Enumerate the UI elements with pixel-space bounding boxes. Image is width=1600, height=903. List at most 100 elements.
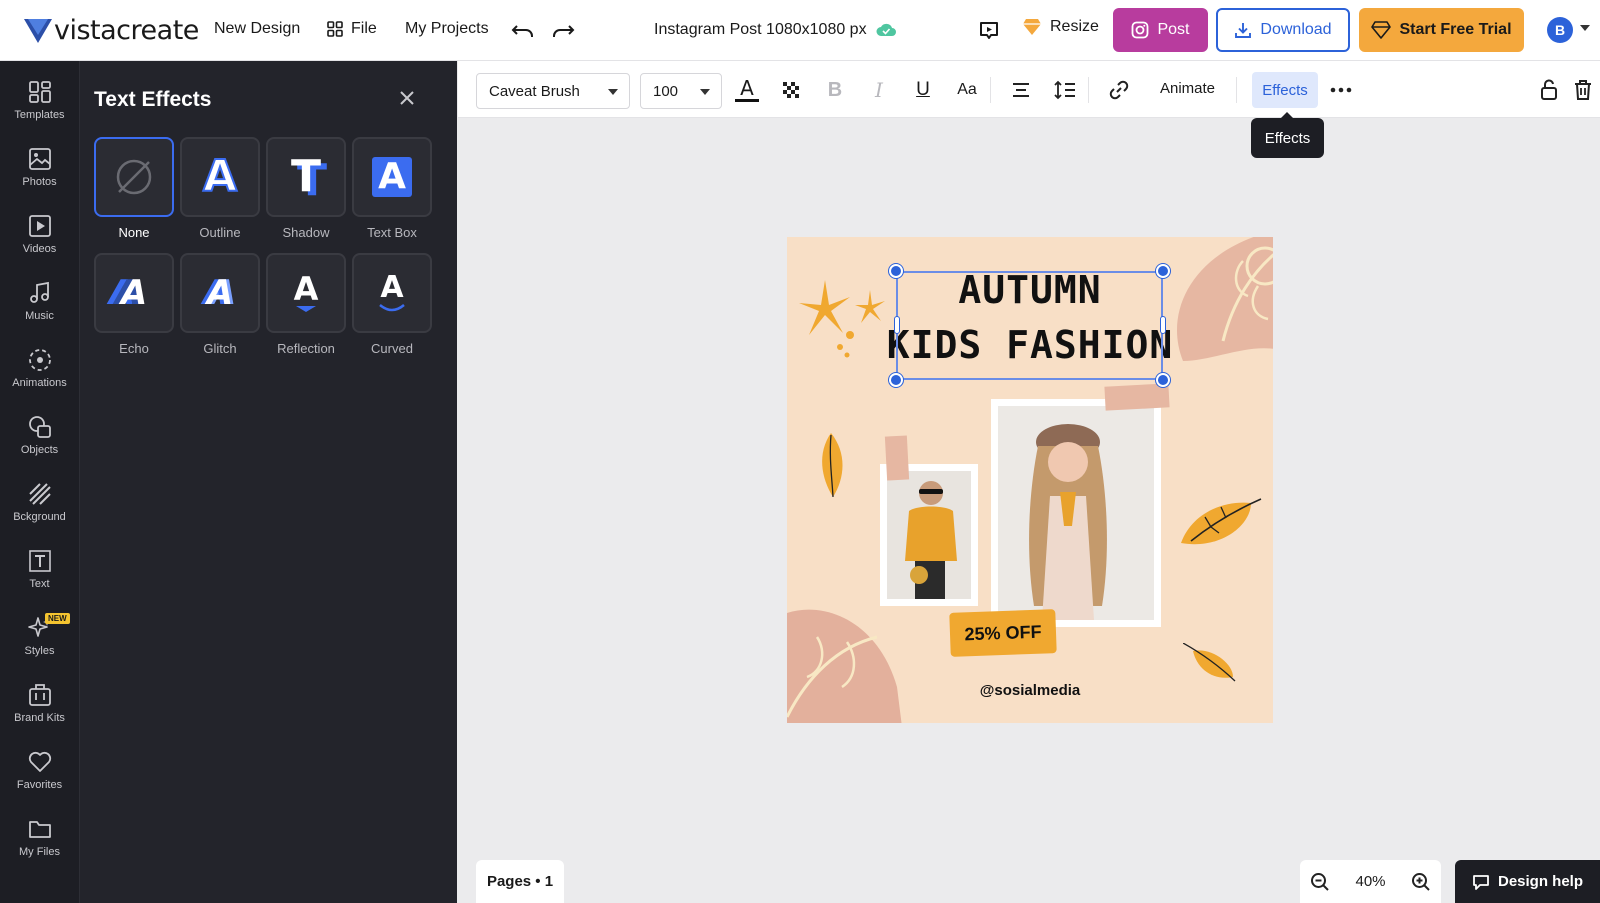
rail-item-styles[interactable]: Styles NEW <box>0 613 79 677</box>
underline-button[interactable]: U <box>910 77 936 103</box>
rail-label: Animations <box>12 377 67 389</box>
file-menu[interactable]: File <box>327 20 377 38</box>
align-button[interactable] <box>1008 77 1034 103</box>
effect-tile: A <box>180 137 260 217</box>
effect-shadow[interactable]: T Shadow <box>266 137 346 240</box>
trial-label: Start Free Trial <box>1399 21 1512 38</box>
download-icon <box>1235 23 1252 38</box>
objects-icon <box>28 416 51 438</box>
effect-tile <box>94 137 174 217</box>
effect-tile: T <box>266 137 346 217</box>
rail-item-background[interactable]: Bckground <box>0 481 79 543</box>
effect-echo[interactable]: A Echo <box>94 253 174 356</box>
toolbar-divider <box>990 77 991 103</box>
effect-label: Shadow <box>282 225 330 240</box>
present-button[interactable] <box>976 18 1002 44</box>
effect-reflection[interactable]: A Reflection <box>266 253 346 356</box>
social-handle-text[interactable]: @sosialmedia <box>787 682 1273 699</box>
rail-item-music[interactable]: Music <box>0 280 79 342</box>
resize-handle-bottom-right[interactable] <box>1156 373 1170 387</box>
avatar[interactable]: B <box>1547 17 1573 43</box>
text-case-button[interactable]: Aa <box>954 77 980 103</box>
resize-handle-right[interactable] <box>1160 316 1166 334</box>
effect-tile: A <box>180 253 260 333</box>
rail-label: Music <box>25 310 54 322</box>
zoom-out-icon[interactable] <box>1310 872 1330 892</box>
rail-item-templates[interactable]: Templates <box>0 79 79 141</box>
rail-label: My Files <box>19 846 60 858</box>
rail-item-text[interactable]: Text <box>0 548 79 610</box>
design-help-button[interactable]: Design help <box>1455 860 1600 903</box>
italic-button[interactable]: I <box>866 77 892 103</box>
new-badge: NEW <box>45 613 70 624</box>
undo-button[interactable] <box>510 18 536 44</box>
rail-item-videos[interactable]: Videos <box>0 213 79 275</box>
rail-label: Objects <box>20 444 59 456</box>
effect-label: Outline <box>199 225 241 240</box>
diamond-icon <box>1023 19 1041 35</box>
pages-button[interactable]: Pages • 1 <box>476 860 564 903</box>
download-label: Download <box>1260 21 1332 38</box>
kid-photo-large[interactable] <box>991 399 1161 627</box>
shadow-sample: T <box>290 151 321 202</box>
text-icon <box>28 550 51 572</box>
lock-button[interactable] <box>1536 77 1562 103</box>
delete-button[interactable] <box>1570 77 1596 103</box>
effects-button[interactable]: Effects <box>1252 72 1318 108</box>
undo-icon <box>511 25 533 37</box>
rail-item-brand-kits[interactable]: Brand Kits <box>0 682 79 744</box>
redo-button[interactable] <box>550 18 576 44</box>
new-design-link[interactable]: New Design <box>214 20 300 38</box>
text-color-button[interactable]: A <box>734 77 760 103</box>
effect-curved[interactable]: A Curved <box>352 253 432 356</box>
file-label: File <box>351 20 377 37</box>
effects-tooltip: Effects <box>1251 112 1324 158</box>
line-spacing-icon <box>1054 80 1075 100</box>
rail-item-objects[interactable]: Objects <box>0 414 79 476</box>
curve-arc-icon <box>379 304 405 312</box>
resize-button[interactable]: Resize <box>1022 18 1099 36</box>
download-button[interactable]: Download <box>1216 8 1350 52</box>
effect-glitch[interactable]: A Glitch <box>180 253 260 356</box>
rail-item-animations[interactable]: Animations <box>0 347 79 409</box>
discount-badge[interactable]: 25% OFF <box>949 609 1057 657</box>
chevron-down-icon[interactable] <box>1580 25 1590 31</box>
chat-icon <box>1473 874 1489 890</box>
document-title[interactable]: Instagram Post 1080x1080 px <box>654 21 867 39</box>
effect-none[interactable]: None <box>94 137 174 240</box>
zoom-in-icon[interactable] <box>1411 872 1431 892</box>
bold-button[interactable]: B <box>822 77 848 103</box>
effect-text-box[interactable]: A Text Box <box>352 137 432 240</box>
rail-label: Styles <box>24 645 55 657</box>
resize-handle-top-left[interactable] <box>889 264 903 278</box>
link-icon <box>1109 80 1129 100</box>
transparency-button[interactable] <box>778 77 804 103</box>
rail-item-photos[interactable]: Photos <box>0 146 79 208</box>
kid-photo-small[interactable] <box>880 464 978 606</box>
resize-handle-left[interactable] <box>894 316 900 334</box>
rail-item-my-files[interactable]: My Files <box>0 816 79 878</box>
brand-kits-icon <box>28 684 51 706</box>
line-spacing-button[interactable] <box>1052 77 1078 103</box>
zoom-value[interactable]: 40% <box>1355 873 1385 890</box>
resize-handle-bottom-left[interactable] <box>889 373 903 387</box>
rail-item-favorites[interactable]: Favorites <box>0 749 79 811</box>
font-family-select[interactable]: Caveat Brush <box>476 73 630 109</box>
rail-label: Brand Kits <box>14 712 65 724</box>
text-box-sample: A <box>372 157 412 197</box>
more-options-button[interactable] <box>1328 77 1354 103</box>
animate-button[interactable]: Animate <box>1160 80 1215 97</box>
vistacreate-logo[interactable]: vistacreate <box>24 15 199 46</box>
start-free-trial-button[interactable]: Start Free Trial <box>1359 8 1524 52</box>
close-icon[interactable] <box>398 89 416 107</box>
templates-icon <box>28 81 51 103</box>
resize-handle-top-right[interactable] <box>1156 264 1170 278</box>
font-size-select[interactable]: 100 <box>640 73 722 109</box>
effect-outline[interactable]: A Outline <box>180 137 260 240</box>
link-button[interactable] <box>1106 77 1132 103</box>
cloud-saved-icon <box>876 23 896 36</box>
my-projects-link[interactable]: My Projects <box>405 20 489 38</box>
glitch-sample: A <box>206 273 234 313</box>
post-button[interactable]: Post <box>1113 8 1208 52</box>
text-color-letter: A <box>740 75 754 100</box>
